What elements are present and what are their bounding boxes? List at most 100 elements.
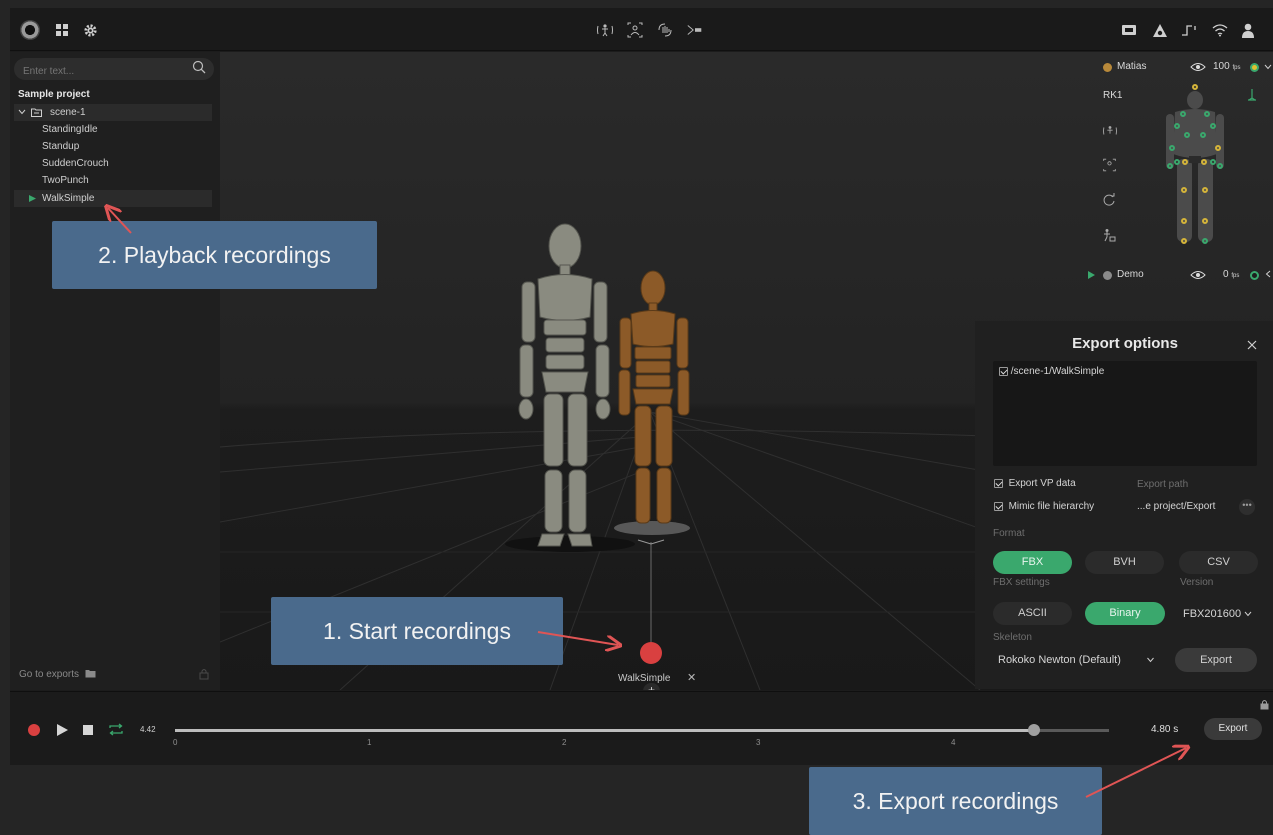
triangle-icon[interactable]: [1151, 21, 1169, 39]
export-button[interactable]: Export: [1175, 648, 1257, 672]
rokoko-logo[interactable]: [20, 20, 40, 40]
folder-icon: [31, 108, 42, 117]
status-indicator: [1250, 271, 1259, 280]
export-file-item[interactable]: /scene-1/WalkSimple: [999, 366, 1104, 377]
export-path-label: Export path: [1137, 479, 1189, 490]
callout-start: 1. Start recordings: [271, 597, 563, 665]
recording-item[interactable]: StandingIdle: [14, 121, 212, 138]
format-fbx-button[interactable]: FBX: [993, 551, 1072, 574]
camera-stream-icon[interactable]: [686, 21, 704, 39]
face-capture-icon[interactable]: [626, 21, 644, 39]
fbx-settings-label: FBX settings: [993, 577, 1050, 588]
search-icon[interactable]: [192, 60, 206, 74]
scenes-icon[interactable]: [53, 21, 71, 39]
chevron-down-icon: [1147, 657, 1154, 663]
device-icon[interactable]: [1120, 21, 1138, 39]
sidebar: Sample project scene-1 StandingIdle Stan…: [10, 52, 220, 690]
record-marker: [640, 642, 662, 664]
hand-capture-icon[interactable]: [656, 21, 674, 39]
status-indicator: [1250, 63, 1259, 72]
calibrate-icon[interactable]: [1102, 228, 1116, 242]
play-icon[interactable]: [29, 195, 36, 202]
scene-label: scene-1: [50, 107, 86, 118]
play-icon[interactable]: [56, 724, 68, 736]
format-label: Format: [993, 528, 1025, 539]
body-suit-icon[interactable]: [596, 21, 614, 39]
recording-item-active[interactable]: WalkSimple: [14, 190, 212, 207]
chevron-left-icon[interactable]: [1265, 270, 1271, 278]
body-suit-icon[interactable]: [1102, 124, 1118, 138]
timeline-tick: 4: [951, 738, 956, 747]
skeleton-label: Skeleton: [993, 632, 1032, 643]
suit-label: RK1: [1103, 90, 1123, 101]
top-bar: [10, 8, 1273, 51]
actor-name: Demo: [1117, 269, 1144, 280]
recording-item[interactable]: TwoPunch: [14, 172, 212, 189]
export-vp-data-option[interactable]: Export VP data: [994, 478, 1076, 489]
timeline-tick: 1: [367, 738, 372, 747]
trigger-icon[interactable]: [1181, 21, 1199, 39]
skeleton-select[interactable]: Rokoko Newton (Default): [993, 648, 1161, 672]
go-to-exports-link[interactable]: Go to exports: [19, 669, 96, 680]
chevron-down-icon[interactable]: [1264, 64, 1272, 70]
recording-label: WalkSimple: [42, 193, 95, 204]
user-icon[interactable]: [1239, 21, 1257, 39]
callout-export: 3. Export recordings: [809, 767, 1102, 835]
search-input[interactable]: [14, 58, 214, 80]
refresh-icon[interactable]: [1102, 193, 1116, 207]
chevron-down-icon[interactable]: [18, 109, 26, 115]
timeline-tick: 0: [173, 738, 178, 747]
eye-icon[interactable]: [1190, 270, 1206, 280]
chevron-down-icon: [1244, 611, 1252, 617]
timeline-tick: 2: [562, 738, 567, 747]
checkbox-checked-icon[interactable]: [994, 501, 1003, 511]
timeline-scrubber[interactable]: [175, 724, 1109, 736]
timeline-export-button[interactable]: Export: [1204, 718, 1262, 740]
callout-playback: 2. Playback recordings: [52, 221, 377, 289]
recording-label: Standup: [42, 141, 80, 152]
playhead-handle[interactable]: [1028, 724, 1041, 736]
loop-icon[interactable]: [107, 722, 125, 737]
recording-item[interactable]: SuddenCrouch: [14, 155, 212, 172]
actor-color-dot: [1103, 63, 1112, 72]
format-bvh-button[interactable]: BVH: [1085, 551, 1164, 574]
more-options-icon[interactable]: •••: [1239, 499, 1255, 515]
export-file-list: /scene-1/WalkSimple: [993, 361, 1257, 466]
record-button[interactable]: [28, 724, 40, 736]
actor-fps: 0 fps: [1223, 269, 1240, 280]
clip-close-icon[interactable]: ✕: [687, 671, 696, 684]
project-title: Sample project: [18, 89, 90, 100]
recording-label: TwoPunch: [42, 175, 89, 186]
suit-sensor-map[interactable]: [1160, 84, 1230, 246]
format-csv-button[interactable]: CSV: [1179, 551, 1258, 574]
tree-scene[interactable]: scene-1: [14, 104, 212, 121]
actor-name: Matias: [1117, 61, 1147, 72]
recording-item[interactable]: Standup: [14, 138, 212, 155]
eye-icon[interactable]: [1190, 62, 1206, 72]
lock-icon[interactable]: [1260, 699, 1269, 710]
tpose-icon[interactable]: [1246, 88, 1258, 101]
mimic-hierarchy-option[interactable]: Mimic file hierarchy: [994, 501, 1094, 512]
stop-button[interactable]: [83, 725, 93, 735]
checkbox-checked-icon[interactable]: [994, 478, 1003, 488]
recording-label: StandingIdle: [42, 124, 98, 135]
lock-icon[interactable]: [199, 668, 209, 680]
face-capture-icon[interactable]: [1102, 158, 1117, 172]
checkbox-checked-icon[interactable]: [999, 366, 1008, 376]
current-time: 4.42: [140, 725, 156, 734]
version-select[interactable]: FBX201600: [1183, 608, 1252, 620]
export-options-title: Export options: [1072, 335, 1178, 352]
version-label: Version: [1180, 577, 1214, 588]
fbx-binary-button[interactable]: Binary: [1085, 602, 1165, 625]
settings-gear-icon[interactable]: [81, 21, 99, 39]
close-icon[interactable]: [1247, 340, 1257, 350]
play-icon[interactable]: [1088, 271, 1095, 279]
export-path-value: ...e project/Export: [1137, 501, 1216, 512]
app-window: Sample project scene-1 StandingIdle Stan…: [10, 8, 1273, 765]
fbx-ascii-button[interactable]: ASCII: [993, 602, 1072, 625]
timeline-tick: 3: [756, 738, 761, 747]
recording-label: SuddenCrouch: [42, 158, 109, 169]
export-options-panel: Export options /scene-1/WalkSimple Expor…: [975, 321, 1273, 689]
clip-label: WalkSimple: [618, 673, 671, 684]
wifi-icon[interactable]: [1211, 21, 1229, 39]
